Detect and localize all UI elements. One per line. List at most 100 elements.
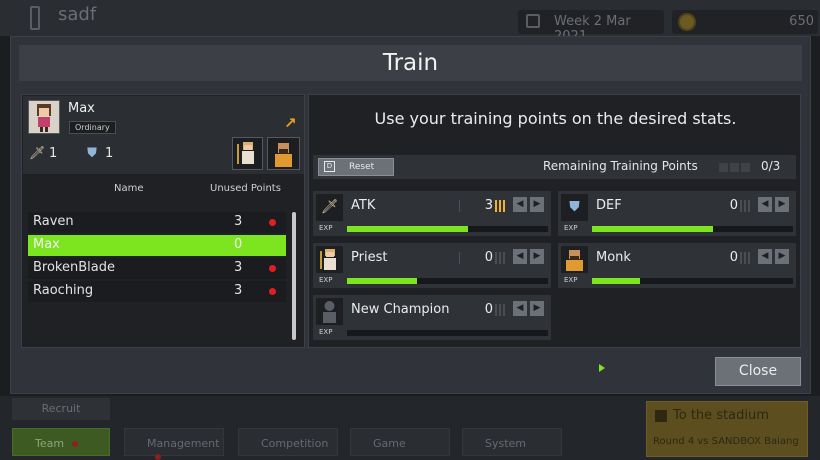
calendar-icon bbox=[526, 14, 540, 28]
increase-button[interactable]: ▶ bbox=[775, 249, 789, 264]
nav-competition-label: Competition bbox=[261, 437, 329, 450]
increase-button[interactable]: ▶ bbox=[530, 301, 544, 316]
alert-dot bbox=[72, 441, 79, 447]
nav-game-label: Game bbox=[373, 437, 406, 450]
decrease-button[interactable]: ◀ bbox=[758, 197, 772, 212]
point-slot bbox=[730, 163, 739, 172]
allocated-points-icon bbox=[495, 304, 509, 316]
increase-button[interactable]: ▶ bbox=[775, 197, 789, 212]
remaining-points-label: Remaining Training Points bbox=[543, 159, 698, 173]
exp-bar bbox=[347, 330, 548, 336]
exp-label: EXP bbox=[564, 224, 578, 232]
champion-atk: 🗡 1 bbox=[29, 146, 57, 161]
training-instruction: Use your training points on the desired … bbox=[374, 109, 737, 128]
stat-value: 0 bbox=[729, 250, 738, 265]
money-text: 650 bbox=[789, 14, 814, 29]
point-slot bbox=[719, 163, 728, 172]
list-item-name: Raven bbox=[33, 214, 74, 229]
list-scrollbar[interactable] bbox=[292, 212, 296, 340]
increase-button[interactable]: ▶ bbox=[530, 197, 544, 212]
list-item-name: BrokenBlade bbox=[33, 260, 115, 275]
divider bbox=[459, 200, 460, 212]
to-stadium-button: To the stadium Round 4 vs SANDBOX Baiang bbox=[646, 401, 808, 457]
stat-monk: EXP Monk 0 ◀ ▶ bbox=[558, 243, 796, 288]
priest-portrait-icon bbox=[316, 246, 343, 273]
column-header-points: Unused Points bbox=[210, 183, 281, 194]
close-button[interactable]: Close bbox=[715, 357, 801, 386]
list-item[interactable]: Raoching 3 bbox=[28, 281, 286, 302]
shield-icon: ⛊ bbox=[561, 194, 588, 221]
nav-team-label: Team bbox=[35, 437, 65, 450]
point-slot bbox=[741, 163, 750, 172]
decrease-button[interactable]: ◀ bbox=[513, 249, 527, 264]
exp-label: EXP bbox=[319, 224, 333, 232]
stat-value: 3 bbox=[484, 198, 493, 213]
champion-portrait bbox=[28, 100, 60, 134]
reset-bar: D Reset Remaining Training Points 0/3 bbox=[313, 155, 796, 179]
divider bbox=[459, 252, 460, 264]
decrease-button[interactable]: ◀ bbox=[758, 249, 772, 264]
nav-competition: Competition bbox=[238, 428, 338, 456]
monk-mini-portrait bbox=[267, 137, 300, 170]
atk-value: 1 bbox=[49, 146, 58, 161]
allocated-points-icon bbox=[495, 252, 509, 264]
champion-name: Max bbox=[68, 101, 95, 116]
column-header-name: Name bbox=[114, 183, 144, 194]
sword-icon: 🗡 bbox=[29, 146, 46, 161]
champion-panel: Max Ordinary 🗡 1 ⛊ 1 ↗ Name Unused Point… bbox=[21, 94, 305, 348]
champion-def: ⛊ 1 bbox=[85, 146, 113, 161]
exp-fill bbox=[347, 226, 468, 232]
reset-label: Reset bbox=[349, 162, 375, 172]
list-item-name: Raoching bbox=[33, 283, 94, 298]
list-item[interactable]: Raven 3 bbox=[28, 212, 286, 233]
stadium-match: Round 4 vs SANDBOX Baiang bbox=[653, 436, 799, 447]
monk-icon bbox=[275, 143, 292, 167]
champion-list: Raven 3 Max 0 BrokenBlade 3 Raoching 3 bbox=[28, 212, 286, 304]
monk-portrait-icon bbox=[561, 246, 588, 273]
list-item-points: 3 bbox=[234, 283, 243, 298]
exp-bar bbox=[592, 226, 793, 232]
training-panel: Use your training points on the desired … bbox=[308, 94, 801, 348]
list-item-points: 0 bbox=[234, 237, 243, 252]
champion-portrait-icon bbox=[37, 104, 51, 132]
exp-label: EXP bbox=[564, 276, 578, 284]
stat-label: Monk bbox=[596, 250, 631, 265]
shield-icon: ⛊ bbox=[87, 146, 97, 161]
stadium-icon bbox=[655, 410, 667, 422]
reset-button[interactable]: D Reset bbox=[318, 158, 394, 176]
exp-fill bbox=[347, 278, 418, 284]
stat-label: DEF bbox=[596, 198, 622, 213]
list-item[interactable]: BrokenBlade 3 bbox=[28, 258, 286, 279]
nav-game: Game bbox=[350, 428, 450, 456]
nav-system-label: System bbox=[485, 437, 527, 450]
expand-arrow-icon[interactable]: ↗ bbox=[284, 114, 297, 132]
nav-system: System bbox=[462, 428, 562, 456]
money-display: 650 bbox=[672, 10, 818, 34]
allocated-points-icon bbox=[740, 200, 754, 212]
stat-new-champion: EXP New Champion 0 ◀ ▶ bbox=[313, 295, 551, 340]
exp-label: EXP bbox=[319, 328, 333, 336]
allocated-points-icon bbox=[495, 200, 509, 212]
champion-card: Max Ordinary 🗡 1 ⛊ 1 ↗ bbox=[23, 96, 304, 174]
stat-label: ATK bbox=[351, 198, 376, 213]
nav-management-label: Management bbox=[147, 437, 220, 450]
priest-mini-portrait bbox=[232, 137, 263, 170]
alert-dot bbox=[269, 265, 276, 272]
dialog-title: Train bbox=[19, 45, 802, 81]
list-item[interactable]: Max 0 bbox=[28, 235, 286, 256]
train-dialog: Train Max Ordinary 🗡 1 ⛊ 1 ↗ Name Unused… bbox=[10, 36, 811, 394]
mouse-cursor bbox=[599, 364, 605, 372]
stat-priest: EXP Priest 0 ◀ ▶ bbox=[313, 243, 551, 288]
exp-bar bbox=[592, 278, 793, 284]
increase-button[interactable]: ▶ bbox=[530, 249, 544, 264]
stat-value: 0 bbox=[484, 250, 493, 265]
decrease-button[interactable]: ◀ bbox=[513, 301, 527, 316]
list-item-points: 3 bbox=[234, 214, 243, 229]
decrease-button[interactable]: ◀ bbox=[513, 197, 527, 212]
remaining-points-value: 0/3 bbox=[761, 159, 781, 173]
list-item-points: 3 bbox=[234, 260, 243, 275]
stadium-title: To the stadium bbox=[673, 408, 769, 423]
list-item-name: Max bbox=[33, 237, 60, 252]
nav-management: Management bbox=[124, 428, 224, 460]
stat-value: 0 bbox=[484, 302, 493, 317]
